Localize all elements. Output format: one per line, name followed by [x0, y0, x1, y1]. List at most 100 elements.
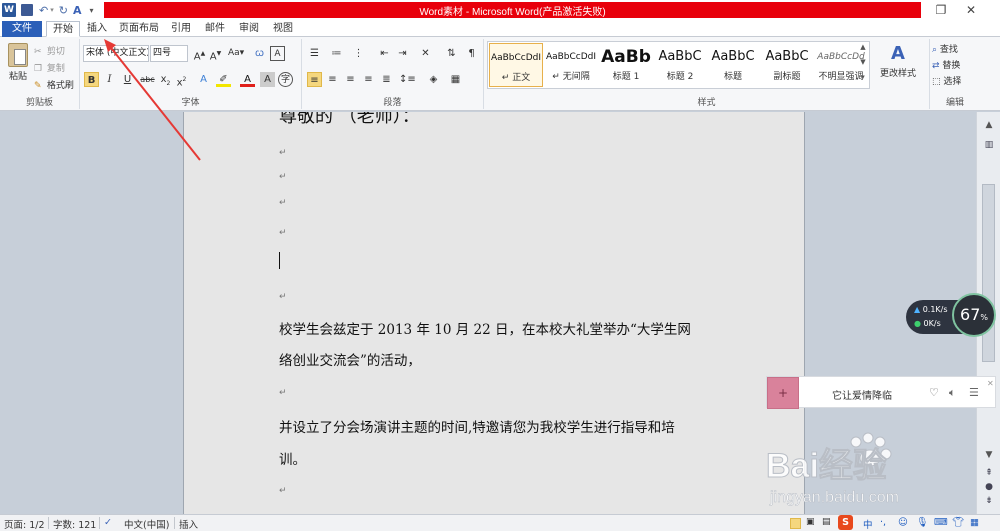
align-right-icon[interactable]: ≡ — [343, 72, 358, 87]
emoji-icon[interactable]: ☺ — [898, 517, 908, 528]
tab-view[interactable]: 视图 — [268, 21, 298, 37]
grow-font-icon[interactable]: A▲ — [192, 46, 207, 62]
style-title[interactable]: AaBbC 标题 — [706, 43, 760, 87]
distributed-icon[interactable]: ≣ — [379, 72, 394, 87]
char-shading-icon[interactable]: A — [260, 72, 275, 87]
punctuation-icon[interactable]: ·, — [880, 517, 886, 528]
bold-icon[interactable]: B — [84, 72, 99, 87]
next-page-icon[interactable]: ⇟ — [982, 496, 996, 508]
enclose-char-icon[interactable]: 字 — [278, 72, 293, 87]
playlist-icon[interactable]: ☰ — [969, 386, 979, 399]
replace-button[interactable]: ⇄ 替换 — [932, 58, 960, 71]
tab-page-layout[interactable]: 页面布局 — [116, 21, 162, 37]
change-case-icon[interactable]: Aa▾ — [228, 46, 244, 61]
scroll-up-icon[interactable]: ▲ — [983, 120, 995, 130]
shading-icon[interactable]: ◈ — [426, 72, 441, 87]
scroll-thumb[interactable] — [982, 184, 995, 362]
gallery-scroll-down-icon[interactable]: ▼ — [858, 58, 868, 72]
font-name-select[interactable]: 宋体 (中文正文) — [83, 45, 149, 62]
keyboard-icon[interactable]: ⌨ — [934, 517, 948, 528]
usage-gauge[interactable]: 67% — [952, 293, 996, 337]
font-size-select[interactable]: 四号 — [150, 45, 188, 62]
heart-icon[interactable]: ♡ — [929, 386, 939, 399]
select-button[interactable]: ⬚ 选择 — [932, 74, 961, 87]
increase-indent-icon[interactable]: ⇥ — [395, 46, 410, 61]
language-indicator[interactable]: 中文(中国) — [124, 517, 169, 531]
style-no-spacing[interactable]: AaBbCcDdI ↵ 无间隔 — [544, 43, 598, 87]
chinese-layout-icon[interactable]: ✕ — [418, 46, 433, 61]
tab-review[interactable]: 审阅 — [234, 21, 264, 37]
borders-icon[interactable]: ▦ — [448, 72, 463, 87]
skin-icon[interactable]: 👕︎ — [952, 517, 964, 528]
print-layout-view-icon[interactable] — [790, 518, 801, 529]
proofing-icon[interactable]: ✓ — [104, 517, 112, 528]
save-icon[interactable] — [21, 4, 33, 16]
underline-icon[interactable]: U — [120, 72, 135, 87]
close-widget-icon[interactable]: ✕ — [987, 379, 994, 388]
sort-icon[interactable]: ⇅ — [444, 46, 459, 61]
italic-icon[interactable]: I — [102, 72, 117, 87]
copy-button[interactable]: ❐ 复制 — [34, 61, 65, 75]
bullets-icon[interactable]: ☰ — [307, 46, 322, 61]
previous-page-icon[interactable]: ⇞ — [982, 468, 996, 480]
full-screen-view-icon[interactable]: ▣ — [806, 517, 815, 527]
scroll-down-icon[interactable]: ▼ — [983, 450, 995, 460]
tab-file[interactable]: 文件 — [2, 21, 42, 37]
style-subtitle[interactable]: AaBbC 副标题 — [760, 43, 814, 87]
ime-mode[interactable]: 中 — [863, 517, 873, 531]
close-button[interactable]: ✕ — [962, 2, 980, 18]
toolbox-icon[interactable]: ▦ — [970, 517, 979, 528]
text-effects-icon[interactable]: A — [196, 72, 211, 87]
superscript-icon[interactable]: x2 — [174, 72, 189, 88]
body-paragraph-2-line-2: 训。 — [279, 452, 306, 468]
insert-mode[interactable]: 插入 — [179, 517, 198, 531]
char-border-icon[interactable]: A — [270, 46, 285, 61]
voice-icon[interactable]: 🎙︎ — [916, 517, 928, 528]
font-color-icon[interactable]: A — [240, 72, 255, 87]
phonetic-guide-icon[interactable]: ꞷ — [252, 46, 267, 61]
find-button[interactable]: ⌕ 查找 — [932, 42, 958, 55]
web-layout-view-icon[interactable]: ▤ — [822, 517, 831, 527]
format-painter-button[interactable]: ✎ 格式刷 — [34, 78, 74, 92]
gallery-scroll-up-icon[interactable]: ▲ — [858, 43, 868, 57]
justify-icon[interactable]: ≡ — [361, 72, 376, 87]
paste-button[interactable]: 粘贴 — [5, 43, 31, 85]
gallery-more-icon[interactable]: ▾ — [858, 73, 868, 87]
strikethrough-icon[interactable]: abc — [140, 72, 155, 87]
numbering-icon[interactable]: ≔ — [329, 46, 344, 61]
undo-icon[interactable]: ↶ — [39, 4, 48, 17]
tab-mailings[interactable]: 邮件 — [200, 21, 230, 37]
page-count[interactable]: 页面: 1/2 — [4, 517, 45, 531]
sogou-ime-icon[interactable]: S — [838, 515, 853, 530]
undo-dropdown-icon[interactable]: ▾ — [50, 6, 54, 14]
style-heading-1[interactable]: AaBb 标题 1 — [599, 43, 653, 87]
highlight-icon[interactable]: ✐ — [216, 72, 231, 87]
ruler-toggle-icon[interactable]: ▥ — [982, 140, 996, 152]
word-count[interactable]: 字数: 121 — [53, 517, 96, 531]
change-styles-button[interactable]: A 更改样式 — [876, 43, 920, 79]
select-browse-object-icon[interactable]: ● — [982, 482, 996, 494]
album-cover[interactable]: + — [767, 377, 799, 409]
status-separator — [174, 517, 175, 529]
align-left-icon[interactable]: ≡ — [307, 72, 322, 87]
multilevel-list-icon[interactable]: ⋮ — [351, 46, 366, 61]
customize-toolbar-icon[interactable]: ▾ — [89, 6, 93, 15]
document-page[interactable]: 尊敬的 （老师）： ↵ ↵ ↵ ↵ ↵ 校学生会兹定于 2013 年 10 月 … — [183, 112, 805, 514]
redo-icon[interactable]: ↻ — [59, 4, 68, 17]
font-size-value: 四号 — [153, 48, 172, 58]
volume-icon[interactable]: 🔈︎ — [949, 386, 956, 400]
text-effect-icon[interactable]: A — [73, 4, 82, 17]
line-spacing-icon[interactable]: ↕≡ — [399, 72, 416, 87]
shrink-font-icon[interactable]: A▼ — [208, 46, 223, 62]
align-center-icon[interactable]: ≡ — [325, 72, 340, 87]
subscript-icon[interactable]: x2 — [158, 72, 173, 87]
style-normal[interactable]: AaBbCcDdI ↵ 正文 — [489, 43, 543, 87]
restore-button[interactable]: ❐ — [932, 2, 950, 18]
tab-references[interactable]: 引用 — [166, 21, 196, 37]
tab-home[interactable]: 开始 — [46, 21, 80, 37]
cut-button[interactable]: ✂ 剪切 — [34, 44, 65, 58]
show-marks-icon[interactable]: ¶ — [464, 46, 479, 61]
decrease-indent-icon[interactable]: ⇤ — [377, 46, 392, 61]
style-heading-2[interactable]: AaBbC 标题 2 — [653, 43, 707, 87]
tab-insert[interactable]: 插入 — [82, 21, 112, 37]
